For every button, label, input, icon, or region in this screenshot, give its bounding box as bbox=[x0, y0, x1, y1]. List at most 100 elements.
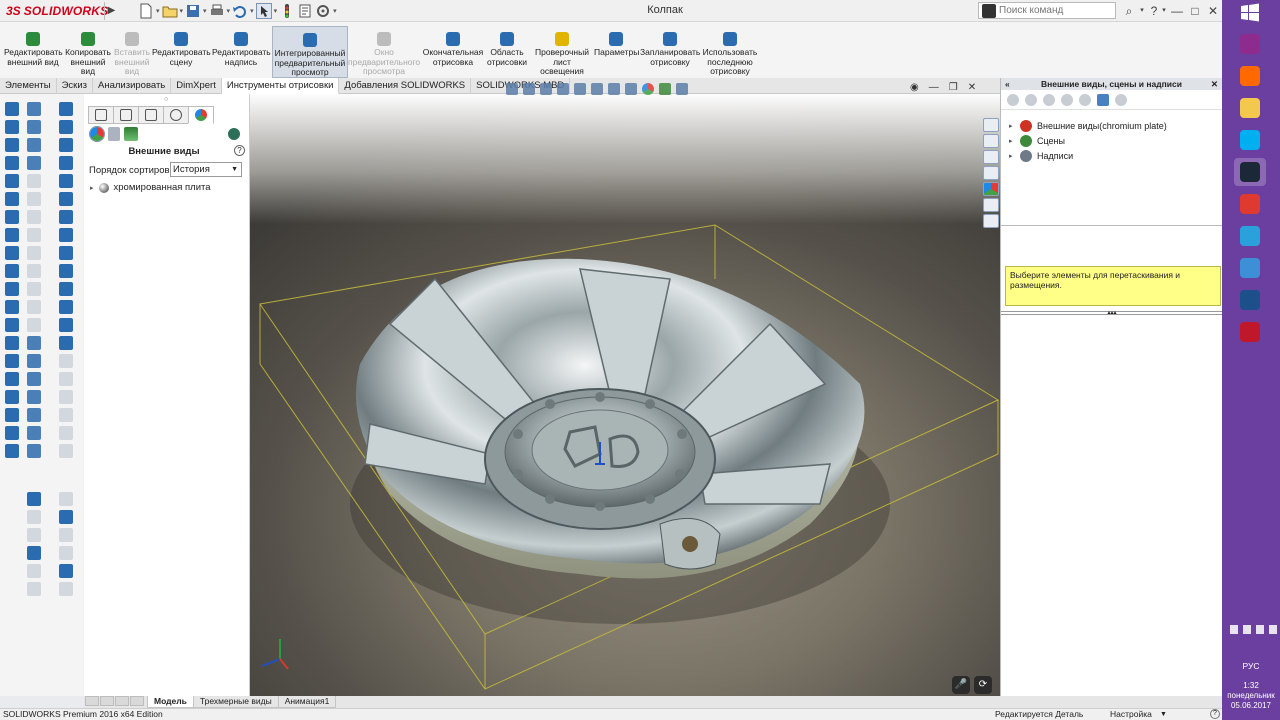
feature-tool-icon[interactable] bbox=[5, 156, 19, 170]
maximize-button[interactable]: □ bbox=[1188, 2, 1202, 20]
appearance-tree-item[interactable]: ▸ хромированная плита bbox=[90, 182, 211, 193]
feature-tool-icon[interactable] bbox=[59, 156, 73, 170]
model-tab[interactable]: Модель bbox=[147, 696, 194, 708]
microphone-icon[interactable]: 🎤 bbox=[952, 676, 970, 694]
feature-tool-icon[interactable] bbox=[5, 120, 19, 134]
expand-arrow-icon[interactable]: ▸ bbox=[1009, 137, 1015, 145]
appearance-search-icon[interactable] bbox=[228, 128, 240, 140]
feature-tool-icon[interactable] bbox=[27, 174, 41, 188]
input-language[interactable]: РУС bbox=[1222, 661, 1280, 671]
feature-tool-icon[interactable] bbox=[27, 336, 41, 350]
task-pane-item[interactable]: ▸ Внешние виды(chromium plate) bbox=[1009, 120, 1167, 132]
feature-tool-icon[interactable] bbox=[59, 102, 73, 116]
feature-tool-icon[interactable] bbox=[59, 228, 73, 242]
feature-tool-icon[interactable] bbox=[5, 210, 19, 224]
sketch-tool-icon[interactable] bbox=[27, 492, 41, 506]
feature-tool-icon[interactable] bbox=[59, 246, 73, 260]
feature-tool-icon[interactable] bbox=[59, 390, 73, 404]
sketch-tool-icon[interactable] bbox=[59, 582, 73, 596]
design-library-tab[interactable] bbox=[983, 134, 999, 148]
feature-tool-icon[interactable] bbox=[5, 408, 19, 422]
feature-tool-icon[interactable] bbox=[5, 264, 19, 278]
command-tab[interactable]: Инструменты отрисовки bbox=[221, 78, 340, 94]
chevron-down-icon[interactable]: ▾ bbox=[1160, 2, 1168, 20]
doc-close-button[interactable]: ✕ bbox=[968, 82, 976, 93]
feature-tool-icon[interactable] bbox=[59, 120, 73, 134]
feature-tool-icon[interactable] bbox=[59, 354, 73, 368]
model-tab[interactable]: Трехмерные виды bbox=[192, 696, 279, 708]
feature-tool-icon[interactable] bbox=[27, 372, 41, 386]
feature-tool-icon[interactable] bbox=[27, 246, 41, 260]
feature-tool-icon[interactable] bbox=[27, 138, 41, 152]
feature-tool-icon[interactable] bbox=[5, 390, 19, 404]
feature-tool-icon[interactable] bbox=[27, 156, 41, 170]
sketch-tool-icon[interactable] bbox=[27, 546, 41, 560]
last-tab-icon[interactable] bbox=[130, 696, 144, 706]
command-tab[interactable]: Элементы bbox=[0, 78, 57, 94]
feature-tool-icon[interactable] bbox=[59, 174, 73, 188]
tab-dimxpert-manager[interactable] bbox=[163, 106, 189, 124]
task-pane-item[interactable]: ▸ Надписи bbox=[1009, 150, 1073, 162]
feature-tool-icon[interactable] bbox=[5, 282, 19, 296]
command-tab[interactable]: Добавления SOLIDWORKS bbox=[339, 78, 472, 94]
feature-tool-icon[interactable] bbox=[27, 354, 41, 368]
ribbon-button-12[interactable]: Запланировать отрисовку bbox=[640, 26, 700, 76]
doc-minimize-button[interactable]: — bbox=[929, 82, 939, 93]
graphics-area[interactable] bbox=[250, 94, 1000, 696]
feature-tool-icon[interactable] bbox=[59, 300, 73, 314]
taskbar-app[interactable] bbox=[1234, 318, 1266, 346]
forum-tab[interactable] bbox=[983, 214, 999, 228]
search-commands[interactable] bbox=[978, 2, 1116, 19]
tab-configuration-manager[interactable] bbox=[138, 106, 164, 124]
ribbon-button-13[interactable]: Использовать последнюю отрисовку bbox=[702, 26, 758, 76]
search-icon[interactable]: ⌕ bbox=[1120, 2, 1138, 20]
taskbar-app[interactable] bbox=[1234, 62, 1266, 90]
view-palette-tab[interactable] bbox=[983, 166, 999, 180]
zoom-to-fit-icon[interactable] bbox=[506, 83, 518, 95]
sketch-tool-icon[interactable] bbox=[59, 546, 73, 560]
taskbar-app[interactable] bbox=[1234, 126, 1266, 154]
clock[interactable]: 1:32 понедельник 05.06.2017 bbox=[1222, 681, 1280, 711]
sketch-tool-icon[interactable] bbox=[27, 564, 41, 578]
feature-tool-icon[interactable] bbox=[59, 426, 73, 440]
feature-tool-icon[interactable] bbox=[5, 138, 19, 152]
view-settings-icon[interactable] bbox=[676, 83, 688, 95]
feature-tool-icon[interactable] bbox=[5, 318, 19, 332]
help-icon[interactable]: ? bbox=[1210, 709, 1220, 719]
feature-tool-icon[interactable] bbox=[27, 408, 41, 422]
close-button[interactable]: ✕ bbox=[1206, 2, 1220, 20]
feature-tool-icon[interactable] bbox=[5, 192, 19, 206]
feature-tool-icon[interactable] bbox=[5, 444, 19, 458]
sketch-tool-icon[interactable] bbox=[59, 564, 73, 578]
pin-icon[interactable]: ✕ bbox=[1211, 78, 1218, 90]
feature-tool-icon[interactable] bbox=[59, 282, 73, 296]
ribbon-button-9[interactable]: Область отрисовки bbox=[486, 26, 528, 76]
feature-tool-icon[interactable] bbox=[5, 102, 19, 116]
sketch-tool-icon[interactable] bbox=[27, 528, 41, 542]
ribbon-button-2[interactable]: Копировать внешний вид bbox=[64, 26, 112, 76]
expand-arrow-icon[interactable]: ▸ bbox=[1009, 152, 1015, 160]
sketch-tool-icon[interactable] bbox=[27, 582, 41, 596]
ribbon-button-11[interactable]: Параметры bbox=[594, 26, 639, 76]
tab-property-manager[interactable] bbox=[113, 106, 139, 124]
command-tab[interactable]: Эскиз bbox=[57, 78, 93, 94]
feature-tool-icon[interactable] bbox=[59, 318, 73, 332]
feature-tool-icon[interactable] bbox=[59, 408, 73, 422]
file-explorer-tab[interactable] bbox=[983, 150, 999, 164]
chevron-down-icon[interactable]: ▼ bbox=[1160, 709, 1167, 720]
feature-tool-icon[interactable] bbox=[27, 210, 41, 224]
first-tab-icon[interactable] bbox=[85, 696, 99, 706]
task-pane-item[interactable]: ▸ Сцены bbox=[1009, 135, 1065, 147]
panel-grip-icon[interactable]: ○ bbox=[164, 96, 168, 103]
solidworks-resources-tab[interactable] bbox=[983, 118, 999, 132]
ribbon-button-10[interactable]: Проверочный лист освещения сцены bbox=[532, 26, 592, 85]
feature-tool-icon[interactable] bbox=[5, 354, 19, 368]
feature-tool-icon[interactable] bbox=[59, 336, 73, 350]
view-orientation-icon[interactable] bbox=[591, 83, 603, 95]
minimize-button[interactable]: — bbox=[1170, 2, 1184, 20]
collapse-icon[interactable]: « bbox=[1005, 78, 1010, 90]
network-icon[interactable] bbox=[1243, 625, 1251, 634]
refresh-icon[interactable]: ⟳ bbox=[974, 676, 992, 694]
feature-tool-icon[interactable] bbox=[27, 300, 41, 314]
refresh-icon[interactable] bbox=[1097, 93, 1109, 106]
